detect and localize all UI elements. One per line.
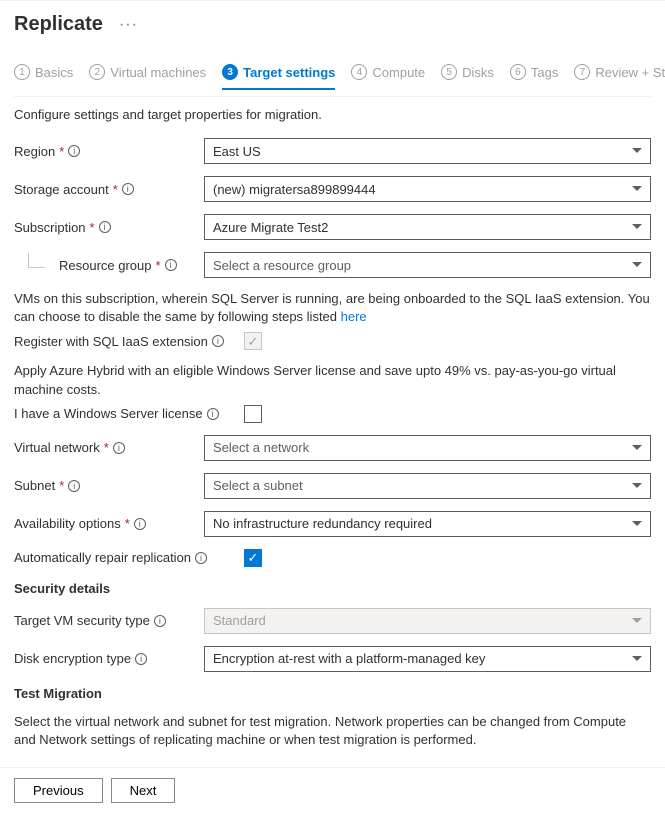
sql-disable-link[interactable]: here (341, 309, 367, 324)
availability-select[interactable]: No infrastructure redundancy required (204, 511, 651, 537)
more-actions-icon[interactable]: ··· (119, 16, 138, 34)
subscription-select[interactable]: Azure Migrate Test2 (204, 214, 651, 240)
info-icon[interactable]: i (135, 653, 147, 665)
step-tabs: 1Basics 2Virtual machines 3Target settin… (14, 64, 651, 90)
info-icon[interactable]: i (99, 221, 111, 233)
resource-group-label: Resource group (59, 258, 152, 273)
target-vm-security-label: Target VM security type (14, 613, 150, 628)
tab-review[interactable]: 7Review + Start replication (574, 64, 665, 90)
info-icon[interactable]: i (122, 183, 134, 195)
register-iaas-label: Register with SQL IaaS extension (14, 334, 208, 349)
resource-group-select[interactable]: Select a resource group (204, 252, 651, 278)
subscription-label: Subscription (14, 220, 86, 235)
chevron-down-icon (632, 618, 642, 624)
win-license-checkbox[interactable] (244, 405, 262, 423)
tab-disks[interactable]: 5Disks (441, 64, 494, 90)
region-select[interactable]: East US (204, 138, 651, 164)
intro-text: Configure settings and target properties… (14, 107, 651, 122)
info-icon[interactable]: i (165, 259, 177, 271)
next-button[interactable]: Next (111, 778, 176, 803)
storage-select[interactable]: (new) migratersa899899444 (204, 176, 651, 202)
subnet-label: Subnet (14, 478, 55, 493)
info-icon[interactable]: i (68, 480, 80, 492)
chevron-down-icon (632, 656, 642, 662)
vnet-select[interactable]: Select a network (204, 435, 651, 461)
tab-virtual-machines[interactable]: 2Virtual machines (89, 64, 206, 90)
tab-tags[interactable]: 6Tags (510, 64, 558, 90)
chevron-down-icon (632, 224, 642, 230)
availability-label: Availability options (14, 516, 121, 531)
disk-encryption-select[interactable]: Encryption at-rest with a platform-manag… (204, 646, 651, 672)
chevron-down-icon (632, 186, 642, 192)
tab-basics[interactable]: 1Basics (14, 64, 73, 90)
auto-repair-label: Automatically repair replication (14, 550, 191, 565)
chevron-down-icon (632, 262, 642, 268)
info-icon[interactable]: i (195, 552, 207, 564)
vnet-label: Virtual network (14, 440, 100, 455)
info-icon[interactable]: i (207, 408, 219, 420)
test-migration-note: Select the virtual network and subnet fo… (14, 713, 651, 749)
chevron-down-icon (632, 148, 642, 154)
test-migration-section-title: Test Migration (14, 686, 651, 701)
info-icon[interactable]: i (154, 615, 166, 627)
subnet-select[interactable]: Select a subnet (204, 473, 651, 499)
auto-repair-checkbox[interactable]: ✓ (244, 549, 262, 567)
previous-button[interactable]: Previous (14, 778, 103, 803)
info-icon[interactable]: i (134, 518, 146, 530)
security-section-title: Security details (14, 581, 651, 596)
tab-target-settings[interactable]: 3Target settings (222, 64, 335, 90)
target-vm-security-select: Standard (204, 608, 651, 634)
chevron-down-icon (632, 521, 642, 527)
chevron-down-icon (632, 483, 642, 489)
disk-encryption-label: Disk encryption type (14, 651, 131, 666)
storage-label: Storage account (14, 182, 109, 197)
register-iaas-checkbox: ✓ (244, 332, 262, 350)
info-icon[interactable]: i (212, 335, 224, 347)
page-title: Replicate (14, 13, 103, 36)
info-icon[interactable]: i (113, 442, 125, 454)
chevron-down-icon (632, 445, 642, 451)
hybrid-note: Apply Azure Hybrid with an eligible Wind… (14, 362, 651, 398)
sql-note: VMs on this subscription, wherein SQL Se… (14, 290, 651, 326)
region-label: Region (14, 144, 55, 159)
win-license-label: I have a Windows Server license (14, 406, 203, 421)
info-icon[interactable]: i (68, 145, 80, 157)
tab-compute[interactable]: 4Compute (351, 64, 425, 90)
